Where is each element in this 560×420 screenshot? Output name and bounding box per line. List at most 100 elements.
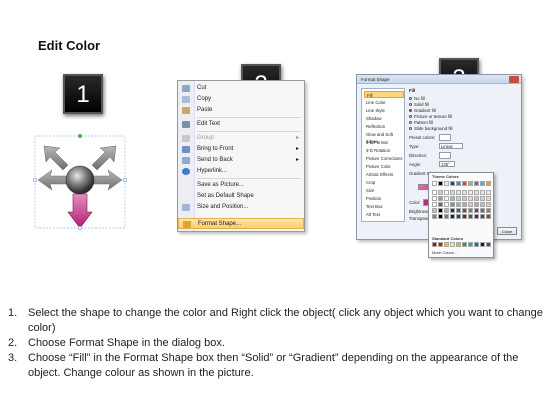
category-artistic-effects[interactable]: Artistic Effects [364,171,404,178]
category-picture-corrections[interactable]: Picture Corrections [364,155,404,162]
theme-color-swatch[interactable] [468,202,473,207]
theme-color-swatch[interactable] [468,214,473,219]
theme-color-swatch[interactable] [444,214,449,219]
theme-color-swatch[interactable] [432,196,437,201]
theme-color-swatch[interactable] [486,190,491,195]
theme-color-swatch[interactable] [438,181,443,186]
menu-item-cut[interactable]: Cut [178,83,304,94]
category-size[interactable]: Size [364,187,404,194]
theme-color-swatch[interactable] [432,214,437,219]
theme-color-swatch[interactable] [486,202,491,207]
theme-color-swatch[interactable] [444,190,449,195]
theme-color-swatch[interactable] [432,181,437,186]
theme-color-swatch[interactable] [462,181,467,186]
radio-slide-bg-fill[interactable]: Slide background fill [409,126,452,132]
close-icon[interactable] [509,76,519,83]
category-alt-text[interactable]: Alt Text [364,211,404,218]
theme-color-swatch[interactable] [468,208,473,213]
theme-color-swatch[interactable] [486,208,491,213]
theme-color-swatch[interactable] [456,208,461,213]
menu-item-format-shape[interactable]: Format Shape... [178,218,304,229]
standard-color-swatch[interactable] [456,242,461,247]
theme-color-swatch[interactable] [432,208,437,213]
theme-color-swatch[interactable] [480,214,485,219]
theme-color-swatch[interactable] [486,181,491,186]
standard-color-swatch[interactable] [462,242,467,247]
category-reflection[interactable]: Reflection [364,123,404,130]
theme-color-swatch[interactable] [462,196,467,201]
theme-color-swatch[interactable] [480,196,485,201]
theme-color-swatch[interactable] [474,202,479,207]
theme-color-swatch[interactable] [450,214,455,219]
theme-color-swatch[interactable] [462,214,467,219]
category-crop[interactable]: Crop [364,179,404,186]
menu-item-set-default-shape[interactable]: Set as Default Shape [178,191,304,202]
theme-color-swatch[interactable] [432,202,437,207]
theme-color-swatch[interactable] [444,196,449,201]
standard-color-swatch[interactable] [432,242,437,247]
category-glow[interactable]: Glow and Soft Edges [364,131,404,144]
theme-color-swatch[interactable] [444,202,449,207]
theme-color-swatch[interactable] [468,181,473,186]
angle-input[interactable]: 135° [439,161,455,167]
theme-color-swatch[interactable] [456,202,461,207]
theme-color-swatch[interactable] [444,181,449,186]
category-picture-color[interactable]: Picture Color [364,163,404,170]
theme-color-swatch[interactable] [456,196,461,201]
category-fill[interactable]: Fill [364,91,404,98]
theme-color-swatch[interactable] [462,190,467,195]
theme-color-swatch[interactable] [438,202,443,207]
more-colors-link[interactable]: More Colors... [432,250,457,255]
standard-color-swatch[interactable] [444,242,449,247]
menu-item-size-position[interactable]: Size and Position... [178,202,304,213]
theme-color-swatch[interactable] [474,208,479,213]
arrows-shape-diagram[interactable] [30,132,130,242]
theme-color-swatch[interactable] [450,202,455,207]
theme-color-swatch[interactable] [462,202,467,207]
standard-color-swatch[interactable] [480,242,485,247]
theme-color-swatch[interactable] [486,214,491,219]
menu-item-paste[interactable]: Paste [178,105,304,116]
theme-color-swatch[interactable] [450,208,455,213]
category-3d-rotation[interactable]: 3-D Rotation [364,147,404,154]
theme-color-swatch[interactable] [474,190,479,195]
theme-color-swatch[interactable] [480,181,485,186]
category-line-color[interactable]: Line Color [364,99,404,106]
theme-color-swatch[interactable] [450,190,455,195]
standard-color-swatch[interactable] [486,242,491,247]
theme-color-swatch[interactable] [456,181,461,186]
theme-color-swatch[interactable] [462,208,467,213]
theme-color-swatch[interactable] [474,181,479,186]
category-text-box[interactable]: Text Box [364,203,404,210]
theme-color-swatch[interactable] [432,190,437,195]
menu-item-send-to-back[interactable]: Send to Back ▸ [178,155,304,166]
type-dropdown[interactable]: Linear [439,143,463,149]
standard-color-swatch[interactable] [450,242,455,247]
theme-color-swatch[interactable] [468,190,473,195]
theme-color-swatch[interactable] [480,202,485,207]
menu-item-edit-text[interactable]: Edit Text [178,119,304,130]
category-3d-format[interactable]: 3-D Format [364,139,404,146]
direction-dropdown[interactable] [439,152,451,159]
theme-color-swatch[interactable] [450,196,455,201]
menu-item-save-as-picture[interactable]: Save as Picture... [178,180,304,191]
theme-color-swatch[interactable] [444,208,449,213]
theme-color-swatch[interactable] [456,214,461,219]
preset-colors-dropdown[interactable] [439,134,451,141]
theme-color-swatch[interactable] [438,196,443,201]
theme-color-swatch[interactable] [480,190,485,195]
menu-item-hyperlink[interactable]: Hyperlink... [178,166,304,177]
theme-color-swatch[interactable] [438,190,443,195]
theme-color-swatch[interactable] [450,181,455,186]
menu-item-group[interactable]: Group ▸ [178,133,304,144]
theme-color-swatch[interactable] [480,208,485,213]
standard-color-swatch[interactable] [474,242,479,247]
theme-color-swatch[interactable] [468,196,473,201]
theme-color-swatch[interactable] [474,214,479,219]
category-position[interactable]: Position [364,195,404,202]
close-button[interactable]: Close [497,227,517,235]
theme-color-swatch[interactable] [438,214,443,219]
theme-color-swatch[interactable] [474,196,479,201]
menu-item-copy[interactable]: Copy [178,94,304,105]
category-line-style[interactable]: Line Style [364,107,404,114]
